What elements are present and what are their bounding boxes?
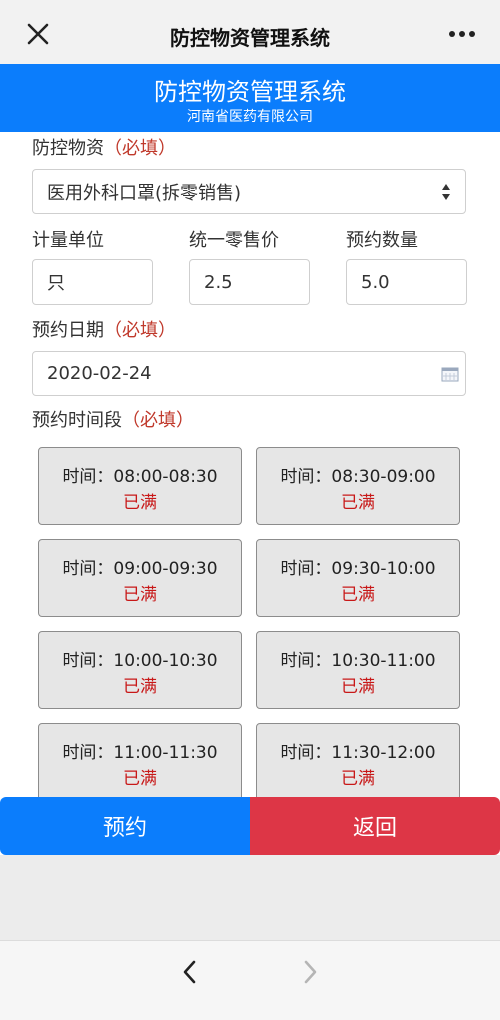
time-slot-button[interactable]: 时间：11:00-11:30 已满 bbox=[38, 723, 242, 801]
quantity-field[interactable]: 5.0 bbox=[346, 259, 467, 305]
material-label-text: 防控物资 bbox=[32, 138, 104, 159]
slot-time: 时间：09:30-10:00 bbox=[280, 559, 436, 579]
book-button[interactable]: 预约 bbox=[0, 797, 250, 855]
calendar-icon[interactable] bbox=[441, 366, 459, 382]
quantity-label: 预约数量 bbox=[346, 230, 418, 251]
slot-time: 时间：11:00-11:30 bbox=[62, 743, 218, 763]
time-slot-button[interactable]: 时间：10:30-11:00 已满 bbox=[256, 631, 460, 709]
chevron-left-icon[interactable] bbox=[180, 959, 200, 985]
required-mark: （必填） bbox=[104, 320, 176, 341]
material-label: 防控物资（必填） bbox=[32, 134, 176, 160]
slot-status: 已满 bbox=[123, 493, 157, 513]
required-mark: （必填） bbox=[104, 138, 176, 159]
slot-status: 已满 bbox=[123, 677, 157, 697]
slot-time: 时间：10:30-11:00 bbox=[280, 651, 436, 671]
price-value: 2.5 bbox=[204, 271, 233, 293]
slot-status: 已满 bbox=[341, 493, 375, 513]
slot-status: 已满 bbox=[123, 585, 157, 605]
slot-status: 已满 bbox=[341, 677, 375, 697]
banner-title: 防控物资管理系统 bbox=[154, 78, 346, 106]
time-slot-button[interactable]: 时间：10:00-10:30 已满 bbox=[38, 631, 242, 709]
date-value: 2020-02-24 bbox=[47, 363, 152, 384]
material-select-value: 医用外科口罩(拆零销售) bbox=[47, 182, 242, 204]
date-field[interactable]: 2020-02-24 bbox=[32, 351, 466, 396]
date-label: 预约日期（必填） bbox=[32, 316, 176, 342]
slot-status: 已满 bbox=[123, 769, 157, 789]
time-slot-button[interactable]: 时间：08:30-09:00 已满 bbox=[256, 447, 460, 525]
page-background-area bbox=[0, 855, 500, 940]
slot-status: 已满 bbox=[341, 585, 375, 605]
time-slot-label-text: 预约时间段 bbox=[32, 410, 122, 431]
banner-subtitle: 河南省医药有限公司 bbox=[187, 109, 313, 125]
select-arrows-icon bbox=[441, 182, 451, 202]
quantity-value: 5.0 bbox=[361, 271, 390, 293]
material-select[interactable]: 医用外科口罩(拆零销售) bbox=[32, 169, 466, 214]
back-button[interactable]: 返回 bbox=[250, 797, 500, 855]
unit-field[interactable]: 只 bbox=[32, 259, 153, 305]
time-slot-button[interactable]: 时间：09:30-10:00 已满 bbox=[256, 539, 460, 617]
more-icon[interactable] bbox=[446, 20, 478, 48]
browser-nav-bar bbox=[0, 940, 500, 1020]
page-title: 防控物资管理系统 bbox=[170, 26, 330, 50]
slot-time: 时间：11:30-12:00 bbox=[280, 743, 436, 763]
price-field[interactable]: 2.5 bbox=[189, 259, 310, 305]
slot-status: 已满 bbox=[341, 769, 375, 789]
price-label: 统一零售价 bbox=[189, 230, 279, 251]
top-bar: 防控物资管理系统 bbox=[0, 0, 500, 68]
time-slot-button[interactable]: 时间：11:30-12:00 已满 bbox=[256, 723, 460, 801]
unit-label: 计量单位 bbox=[32, 230, 104, 251]
unit-value: 只 bbox=[47, 273, 65, 294]
slot-time: 时间：08:30-09:00 bbox=[280, 467, 436, 487]
time-slot-button[interactable]: 时间：09:00-09:30 已满 bbox=[38, 539, 242, 617]
date-label-text: 预约日期 bbox=[32, 320, 104, 341]
slot-time: 时间：09:00-09:30 bbox=[62, 559, 218, 579]
time-slot-label: 预约时间段（必填） bbox=[32, 406, 194, 432]
required-mark: （必填） bbox=[122, 410, 194, 431]
chevron-right-icon bbox=[300, 959, 320, 985]
slot-time: 时间：08:00-08:30 bbox=[62, 467, 218, 487]
app-banner: 防控物资管理系统 河南省医药有限公司 bbox=[0, 64, 500, 132]
slot-time: 时间：10:00-10:30 bbox=[62, 651, 218, 671]
time-slot-button[interactable]: 时间：08:00-08:30 已满 bbox=[38, 447, 242, 525]
